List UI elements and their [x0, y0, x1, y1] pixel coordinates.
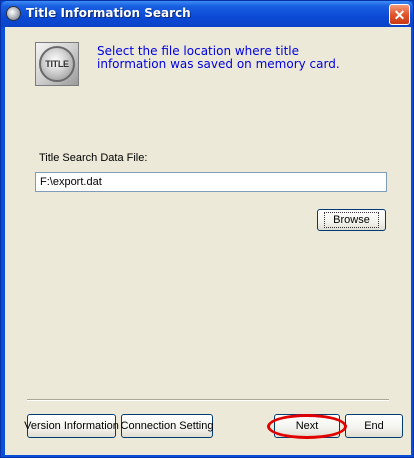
connection-setting-button[interactable]: Connection Setting	[121, 414, 213, 438]
title-bar[interactable]: Title Information Search ✕	[1, 1, 413, 27]
browse-button[interactable]: Browse	[317, 209, 386, 231]
dialog-content: TITLE Select the file location where tit…	[5, 27, 411, 455]
divider	[27, 399, 389, 401]
browse-button-label: Browse	[324, 212, 379, 228]
end-button[interactable]: End	[345, 414, 403, 438]
next-button[interactable]: Next	[274, 414, 340, 438]
close-button[interactable]: ✕	[389, 4, 410, 25]
file-field-label: Title Search Data File:	[39, 152, 148, 164]
logo-disc: TITLE	[39, 46, 75, 82]
title-logo-icon: TITLE	[35, 42, 79, 86]
app-icon	[6, 6, 21, 21]
version-information-button[interactable]: Version Information	[24, 414, 119, 438]
instruction-text: Select the file location where title inf…	[97, 45, 397, 71]
instruction-line-2: information was saved on memory card.	[97, 57, 340, 71]
file-path-input[interactable]	[35, 172, 387, 192]
dialog-window: Title Information Search ✕ TITLE Select …	[0, 0, 414, 458]
logo-text: TITLE	[45, 59, 69, 69]
window-title: Title Information Search	[26, 6, 191, 20]
